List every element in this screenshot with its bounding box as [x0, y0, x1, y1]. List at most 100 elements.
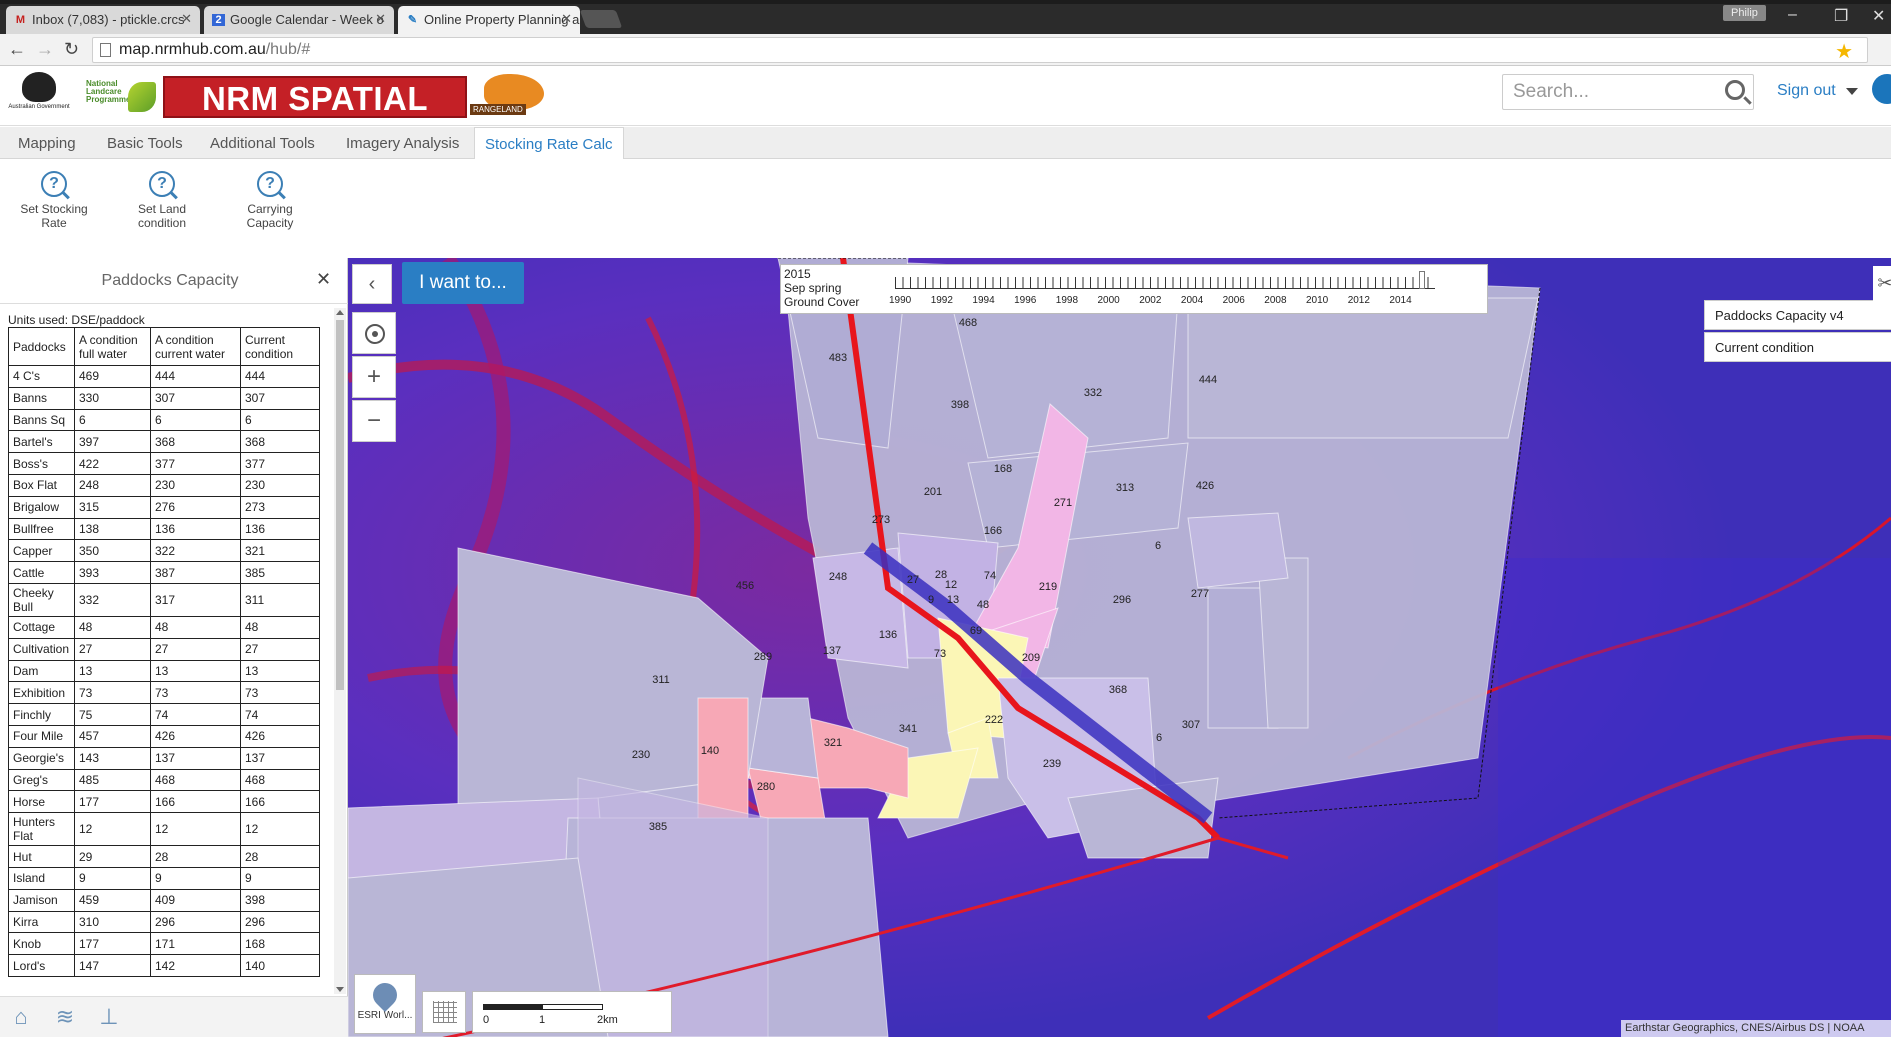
paddock-label[interactable]: 73	[934, 648, 946, 660]
paddock-label[interactable]: 209	[1022, 652, 1040, 664]
paddock-label[interactable]: 230	[632, 749, 650, 761]
map-canvas[interactable]: 4414124684834443323981683134262012712731…	[348, 258, 1891, 1037]
paddock-label[interactable]: 166	[984, 525, 1002, 537]
paddock-label[interactable]: 74	[984, 570, 996, 582]
paddock-label[interactable]: 289	[754, 651, 772, 663]
table-row[interactable]: Greg's 485 468 468	[8, 768, 320, 792]
carrying-capacity-button[interactable]: ? Carrying Capacity	[228, 171, 312, 230]
restore-icon[interactable]: ❐	[1834, 6, 1848, 26]
window-user-badge[interactable]: Philip	[1723, 5, 1766, 21]
paddock-label[interactable]: 12	[945, 579, 957, 591]
paddock-label[interactable]: 426	[1196, 480, 1214, 492]
bookmark-star-icon[interactable]: ★	[1835, 39, 1853, 64]
table-row[interactable]: Jamison 459 409 398	[8, 888, 320, 912]
collapse-panel-button[interactable]: ‹	[352, 264, 392, 304]
paddock-label[interactable]: 136	[879, 629, 897, 641]
layers-icon[interactable]: ≋	[52, 1005, 78, 1029]
paddock-label[interactable]: 222	[985, 714, 1003, 726]
table-row[interactable]: Banns 330 307 307	[8, 386, 320, 410]
table-row[interactable]: Banns Sq 6 6 6	[8, 408, 320, 432]
i-want-to-button[interactable]: I want to...	[402, 262, 524, 304]
close-icon[interactable]: ✕	[316, 269, 331, 290]
paddock-label[interactable]: 48	[977, 599, 989, 611]
tab-imagery-analysis[interactable]: Imagery Analysis	[336, 127, 469, 159]
paddock-label[interactable]: 168	[994, 463, 1012, 475]
legend-condition[interactable]: Current condition	[1704, 332, 1891, 362]
time-slider[interactable]: 2015 Sep spring Ground Cover 1990 1992 199…	[780, 264, 1488, 314]
forward-icon[interactable]: →	[36, 39, 54, 60]
chevron-down-icon[interactable]	[1846, 88, 1858, 95]
paddock-label[interactable]: 456	[736, 580, 754, 592]
table-row[interactable]: Cheeky Bull 332 317 311	[8, 582, 320, 617]
table-row[interactable]: Kirra 310 296 296	[8, 910, 320, 934]
close-tab-icon[interactable]: ✕	[181, 11, 192, 27]
paddock-label[interactable]: 137	[823, 645, 841, 657]
paddock-label[interactable]: 468	[959, 317, 977, 329]
table-row[interactable]: Horse 177 166 166	[8, 790, 320, 814]
legend-layer-name[interactable]: Paddocks Capacity v4	[1704, 300, 1891, 330]
paddock-label[interactable]: 307	[1182, 719, 1200, 731]
panel-scrollbar[interactable]	[334, 308, 346, 994]
overview-map-button[interactable]	[422, 991, 466, 1033]
paddock-label[interactable]: 239	[1043, 758, 1061, 770]
locate-button[interactable]	[352, 312, 396, 354]
search-input[interactable]: Search...	[1502, 74, 1754, 110]
search-icon[interactable]	[1725, 80, 1745, 100]
paddock-label[interactable]: 280	[757, 781, 775, 793]
table-row[interactable]: Finchly 75 74 74	[8, 703, 320, 726]
paddock-label[interactable]: 219	[1039, 581, 1057, 593]
tab-basic-tools[interactable]: Basic Tools	[97, 127, 193, 159]
home-icon[interactable]: ⌂	[8, 1005, 34, 1029]
table-row[interactable]: Island 9 9 9	[8, 866, 320, 890]
paddock-label[interactable]: 248	[829, 571, 847, 583]
set-stocking-rate-button[interactable]: ? Set Stocking Rate	[12, 171, 96, 230]
paddock-label[interactable]: 201	[924, 486, 942, 498]
table-row[interactable]: Cattle 393 387 385	[8, 561, 320, 584]
paddock-label[interactable]: 313	[1116, 482, 1134, 494]
minimize-icon[interactable]: –	[1788, 6, 1797, 24]
table-row[interactable]: Knob 177 171 168	[8, 932, 320, 956]
paddock-label[interactable]: 385	[649, 821, 667, 833]
table-row[interactable]: Exhibition 73 73 73	[8, 681, 320, 705]
url-input[interactable]: map.nrmhub.com.au/hub/# ★	[92, 37, 1868, 63]
zoom-out-button[interactable]: −	[352, 400, 396, 442]
accessibility-icon[interactable]	[1872, 74, 1891, 104]
table-row[interactable]: Four Mile 457 426 426	[8, 724, 320, 748]
tab-additional-tools[interactable]: Additional Tools	[200, 127, 325, 159]
paddock-label[interactable]: 69	[970, 625, 982, 637]
paddock-label[interactable]: 444	[1199, 374, 1217, 386]
new-tab-button[interactable]	[579, 10, 623, 28]
basemap-button[interactable]: ESRI Worl...	[354, 974, 416, 1034]
paddock-label[interactable]: 13	[947, 594, 959, 606]
table-row[interactable]: Hunters Flat 12 12 12	[8, 812, 320, 847]
nrm-spatial-hub-banner[interactable]: NRM SPATIAL HUB	[163, 76, 467, 159]
back-icon[interactable]: ←	[8, 39, 26, 60]
paddock-label[interactable]: 6	[1156, 732, 1162, 744]
table-row[interactable]: 4 C's 469 444 444	[8, 365, 320, 388]
paddock-label[interactable]: 311	[652, 674, 670, 686]
browser-tab-calendar[interactable]: 2 Google Calendar - Week o ✕	[204, 6, 394, 34]
sign-out-link[interactable]: Sign out	[1777, 82, 1836, 100]
paddock-label[interactable]: 398	[951, 399, 969, 411]
paddock-label[interactable]: 27	[907, 574, 919, 586]
tab-mapping[interactable]: Mapping	[8, 127, 86, 159]
paddock-label[interactable]: 273	[872, 514, 890, 526]
table-row[interactable]: Boss's 422 377 377	[8, 452, 320, 475]
table-row[interactable]: Brigalow 315 276 273	[8, 495, 320, 519]
page-info-icon[interactable]	[100, 43, 111, 57]
table-row[interactable]: Hut 29 28 28	[8, 845, 320, 868]
tools-icon[interactable]: ✂	[1873, 266, 1891, 304]
table-row[interactable]: Cottage 48 48 48	[8, 615, 320, 639]
paddock-label[interactable]: 9	[928, 594, 934, 606]
time-slider-handle[interactable]	[1419, 271, 1425, 289]
table-row[interactable]: Bullfree 138 136 136	[8, 517, 320, 541]
browser-tab-property-planning[interactable]: ✎ Online Property Planning a ✕	[398, 6, 580, 34]
zoom-in-button[interactable]: +	[352, 356, 396, 398]
close-window-icon[interactable]: ✕	[1872, 6, 1885, 26]
paddock-label[interactable]: 296	[1113, 594, 1131, 606]
paddock-label[interactable]: 321	[824, 737, 842, 749]
table-row[interactable]: Lord's 147 142 140	[8, 954, 320, 977]
paddock-label[interactable]: 332	[1084, 387, 1102, 399]
table-row[interactable]: Dam 13 13 13	[8, 659, 320, 683]
set-land-condition-button[interactable]: ? Set Land condition	[120, 171, 204, 230]
